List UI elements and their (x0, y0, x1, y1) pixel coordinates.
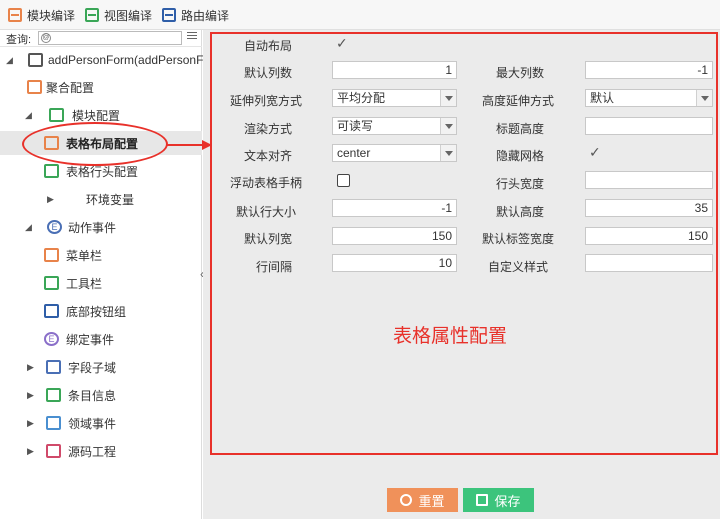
reset-label: 重置 (418, 493, 445, 509)
tree-node-bind-events[interactable]: E 绑定事件 (0, 327, 202, 351)
query-type-icon: @ (41, 33, 51, 43)
annotation-ellipse (22, 122, 168, 166)
tree-node-label: 聚合配置 (46, 80, 95, 95)
tree-node-menu-bar[interactable]: 菜单栏 (0, 243, 202, 267)
top-toolbar: 模块编译 视图编译 路由编译 (0, 0, 720, 30)
reset-button[interactable]: 重置 (387, 488, 458, 512)
domain-event-icon (46, 416, 61, 430)
tree-node-label: 动作事件 (68, 220, 117, 235)
view-compile-icon (85, 8, 99, 22)
toolbar-icon (44, 276, 59, 290)
reset-icon (400, 494, 413, 506)
view-compile-button[interactable]: 视图编译 (85, 6, 152, 24)
save-label: 保存 (494, 493, 521, 509)
expanded-arrow-icon[interactable]: ◢ (25, 110, 32, 121)
source-icon (46, 444, 61, 458)
tree-node-env-vars[interactable]: ▶ 环境变量 (0, 187, 202, 211)
tree-node-label: 工具栏 (66, 276, 103, 291)
annotation-arrow (166, 140, 212, 150)
collapsed-arrow-icon[interactable]: ▶ (27, 446, 34, 457)
tree-node-label: 底部按钮组 (66, 304, 127, 319)
item-info-icon (46, 388, 61, 402)
aggregate-icon (27, 80, 42, 94)
tree-node-root[interactable]: ◢ addPersonForm(addPersonForm (0, 48, 224, 72)
tree-node-bottom-buttons[interactable]: 底部按钮组 (0, 299, 202, 323)
query-menu-icon[interactable] (187, 32, 197, 43)
module-icon (49, 108, 64, 122)
module-compile-icon (8, 8, 22, 22)
save-icon (476, 494, 489, 506)
route-compile-button[interactable]: 路由编译 (162, 6, 229, 24)
form-icon (28, 53, 43, 67)
collapsed-arrow-icon[interactable]: ▶ (27, 362, 34, 373)
collapsed-arrow-icon[interactable]: ▶ (27, 390, 34, 401)
tree-node-label: 条目信息 (68, 388, 117, 403)
tree-node-label: 绑定事件 (66, 332, 115, 347)
annotation-box (210, 32, 718, 455)
table-header-icon (44, 164, 59, 178)
menu-icon (44, 248, 59, 262)
tree-node-toolbar[interactable]: 工具栏 (0, 271, 202, 295)
tree-node-aggregate[interactable]: 聚合配置 (0, 75, 202, 99)
query-label: 查询: (6, 34, 32, 46)
collapsed-arrow-icon[interactable]: ▶ (27, 418, 34, 429)
view-compile-label: 视图编译 (104, 8, 153, 23)
collapsed-arrow-icon[interactable]: ▶ (47, 194, 54, 205)
tree-node-action-events[interactable]: ◢ E 动作事件 (0, 215, 202, 239)
query-bar: 查询: @ (0, 30, 202, 47)
expanded-arrow-icon[interactable]: ◢ (6, 55, 13, 66)
query-input[interactable]: @ (38, 31, 182, 45)
bind-event-icon: E (44, 332, 59, 346)
tree-node-field-subdomain[interactable]: ▶ 字段子域 (0, 355, 202, 379)
expanded-arrow-icon[interactable]: ◢ (25, 222, 32, 233)
tree-node-label: 字段子域 (68, 360, 117, 375)
tree-node-label: 领域事件 (68, 416, 117, 431)
save-button[interactable]: 保存 (463, 488, 534, 512)
module-compile-label: 模块编译 (27, 8, 76, 23)
tree-node-domain-events[interactable]: ▶ 领域事件 (0, 411, 202, 435)
tree-node-label: 环境变量 (86, 192, 135, 207)
route-compile-icon (162, 8, 176, 22)
tree-node-source-project[interactable]: ▶ 源码工程 (0, 439, 202, 463)
tree-node-item-info[interactable]: ▶ 条目信息 (0, 383, 202, 407)
sidebar: 查询: @ ◢ addPersonForm(addPersonForm 聚合配置… (0, 30, 224, 519)
field-icon (46, 360, 61, 374)
tree-node-label: 菜单栏 (66, 248, 103, 263)
tree-node-label: 模块配置 (72, 108, 121, 123)
route-compile-label: 路由编译 (181, 8, 230, 23)
module-compile-button[interactable]: 模块编译 (8, 6, 75, 24)
tree-node-label: 源码工程 (68, 444, 117, 459)
event-icon: E (47, 220, 62, 234)
bottom-buttons-icon (44, 304, 59, 318)
tree-node-label: addPersonForm(addPersonForm (48, 53, 225, 67)
annotation-text: 表格属性配置 (393, 326, 508, 347)
